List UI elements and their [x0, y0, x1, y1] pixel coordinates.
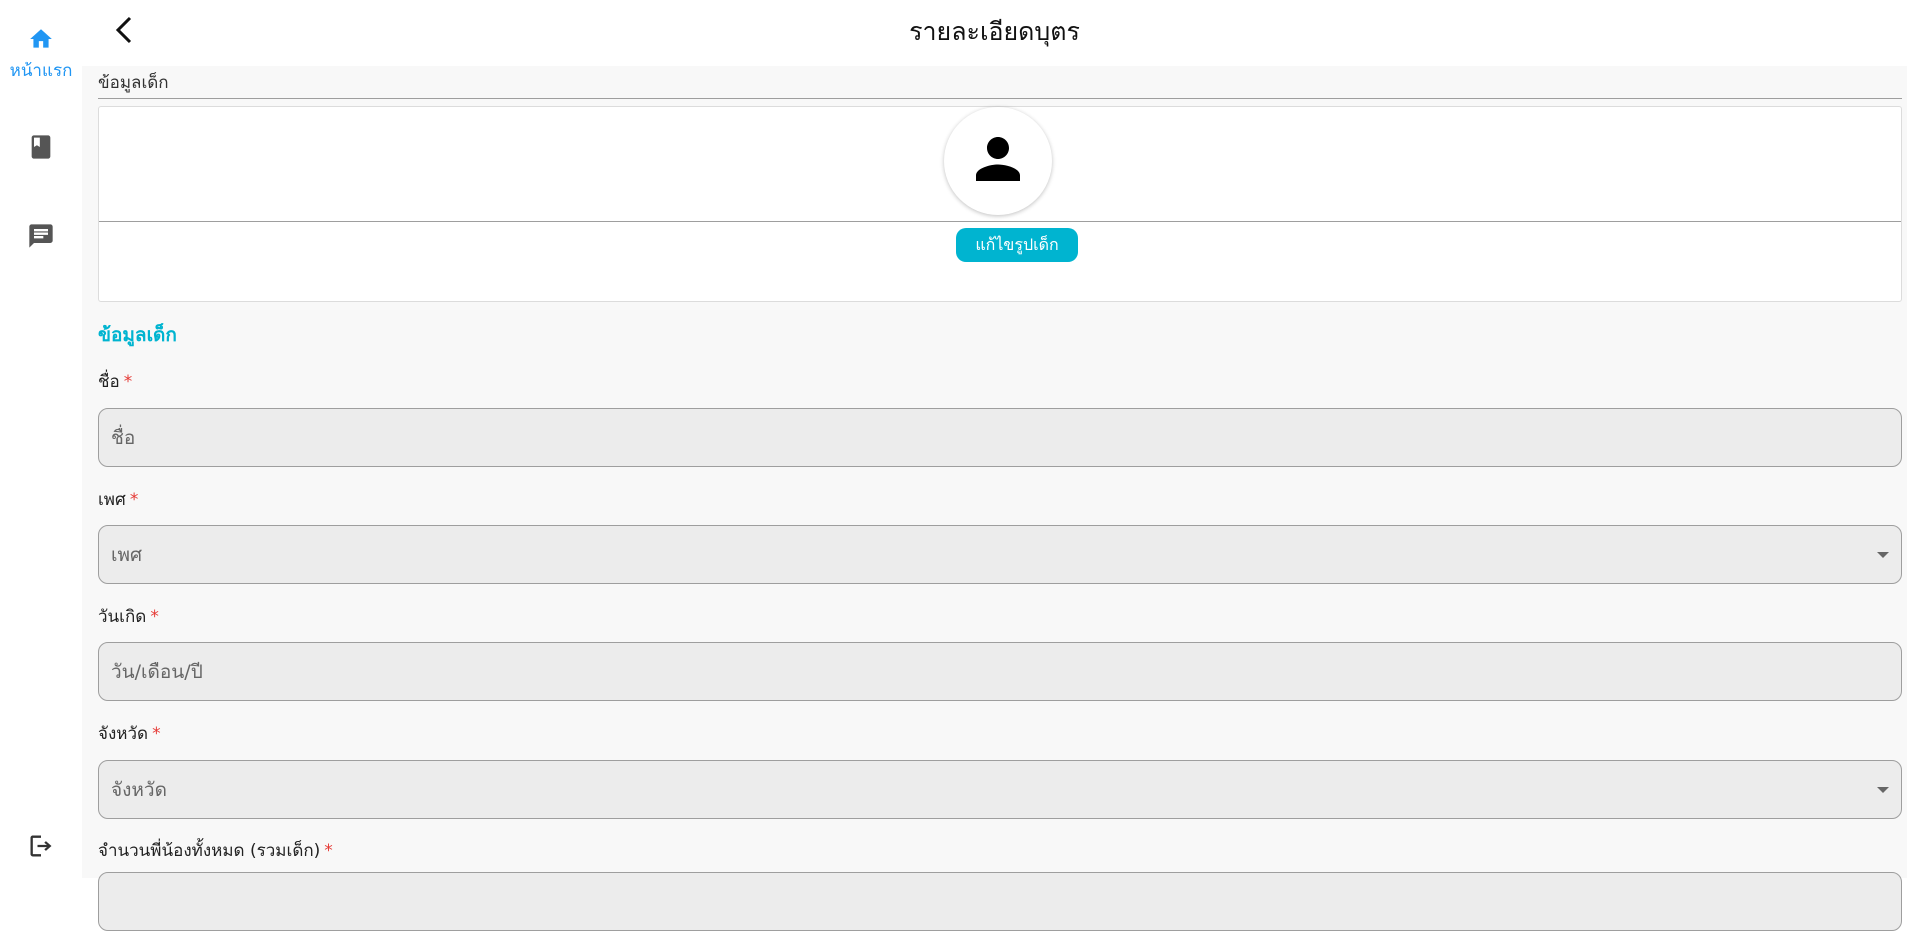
avatar: [944, 107, 1052, 215]
birthdate-label: วันเกิด *: [98, 603, 159, 630]
siblings-input[interactable]: [98, 872, 1902, 931]
name-label: ชื่อ *: [98, 368, 132, 395]
field-label-text: จำนวนพี่น้องทั้งหมด (รวมเด็ก): [98, 841, 321, 861]
gender-label: เพศ *: [98, 486, 138, 513]
book-icon: [27, 132, 55, 166]
province-label: จังหวัด *: [98, 720, 161, 747]
logout-icon: [27, 832, 55, 864]
field-label-text: ชื่อ: [98, 372, 120, 392]
divider: [98, 98, 1902, 99]
required-mark: *: [123, 372, 133, 392]
select-placeholder: เพศ: [111, 543, 143, 566]
sidebar-item-book[interactable]: [0, 132, 82, 166]
caret-down-icon: [1877, 787, 1889, 793]
sidebar: หน้าแรก: [0, 0, 82, 878]
required-mark: *: [150, 607, 159, 627]
siblings-label: จำนวนพี่น้องทั้งหมด (รวมเด็ก) *: [98, 837, 333, 864]
caret-down-icon: [1877, 552, 1889, 558]
select-placeholder: จังหวัด: [111, 778, 167, 801]
top-bar: รายละเอียดบุตร: [82, 0, 1907, 66]
chat-icon: [27, 222, 55, 254]
sidebar-item-home[interactable]: หน้าแรก: [0, 26, 82, 84]
section-caption: ข้อมูลเด็ก: [98, 73, 169, 93]
required-mark: *: [152, 724, 161, 744]
page-title: รายละเอียดบุตร: [909, 17, 1080, 46]
main-content: ข้อมูลเด็ก แก้ไขรูปเด็ก ข้อมูลเด็ก ชื่อ *…: [82, 66, 1907, 931]
gender-select[interactable]: เพศ: [98, 525, 1902, 584]
required-mark: *: [324, 841, 333, 861]
province-select[interactable]: จังหวัด: [98, 760, 1902, 819]
field-label-text: จังหวัด: [98, 724, 149, 744]
sidebar-item-messages[interactable]: [0, 222, 82, 254]
home-icon: [27, 26, 55, 56]
photo-card: แก้ไขรูปเด็ก: [98, 106, 1902, 302]
divider: [99, 221, 1901, 222]
sidebar-item-logout[interactable]: [0, 832, 82, 864]
person-icon: [965, 126, 1031, 196]
field-label-text: เพศ: [98, 490, 126, 510]
name-input[interactable]: [98, 408, 1902, 467]
edit-photo-button[interactable]: แก้ไขรูปเด็ก: [956, 228, 1078, 262]
sidebar-item-label: หน้าแรก: [9, 61, 73, 81]
required-mark: *: [129, 490, 139, 510]
field-label-text: วันเกิด: [98, 607, 147, 627]
birthdate-input[interactable]: [98, 642, 1902, 701]
form-heading: ข้อมูลเด็ก: [98, 324, 177, 346]
